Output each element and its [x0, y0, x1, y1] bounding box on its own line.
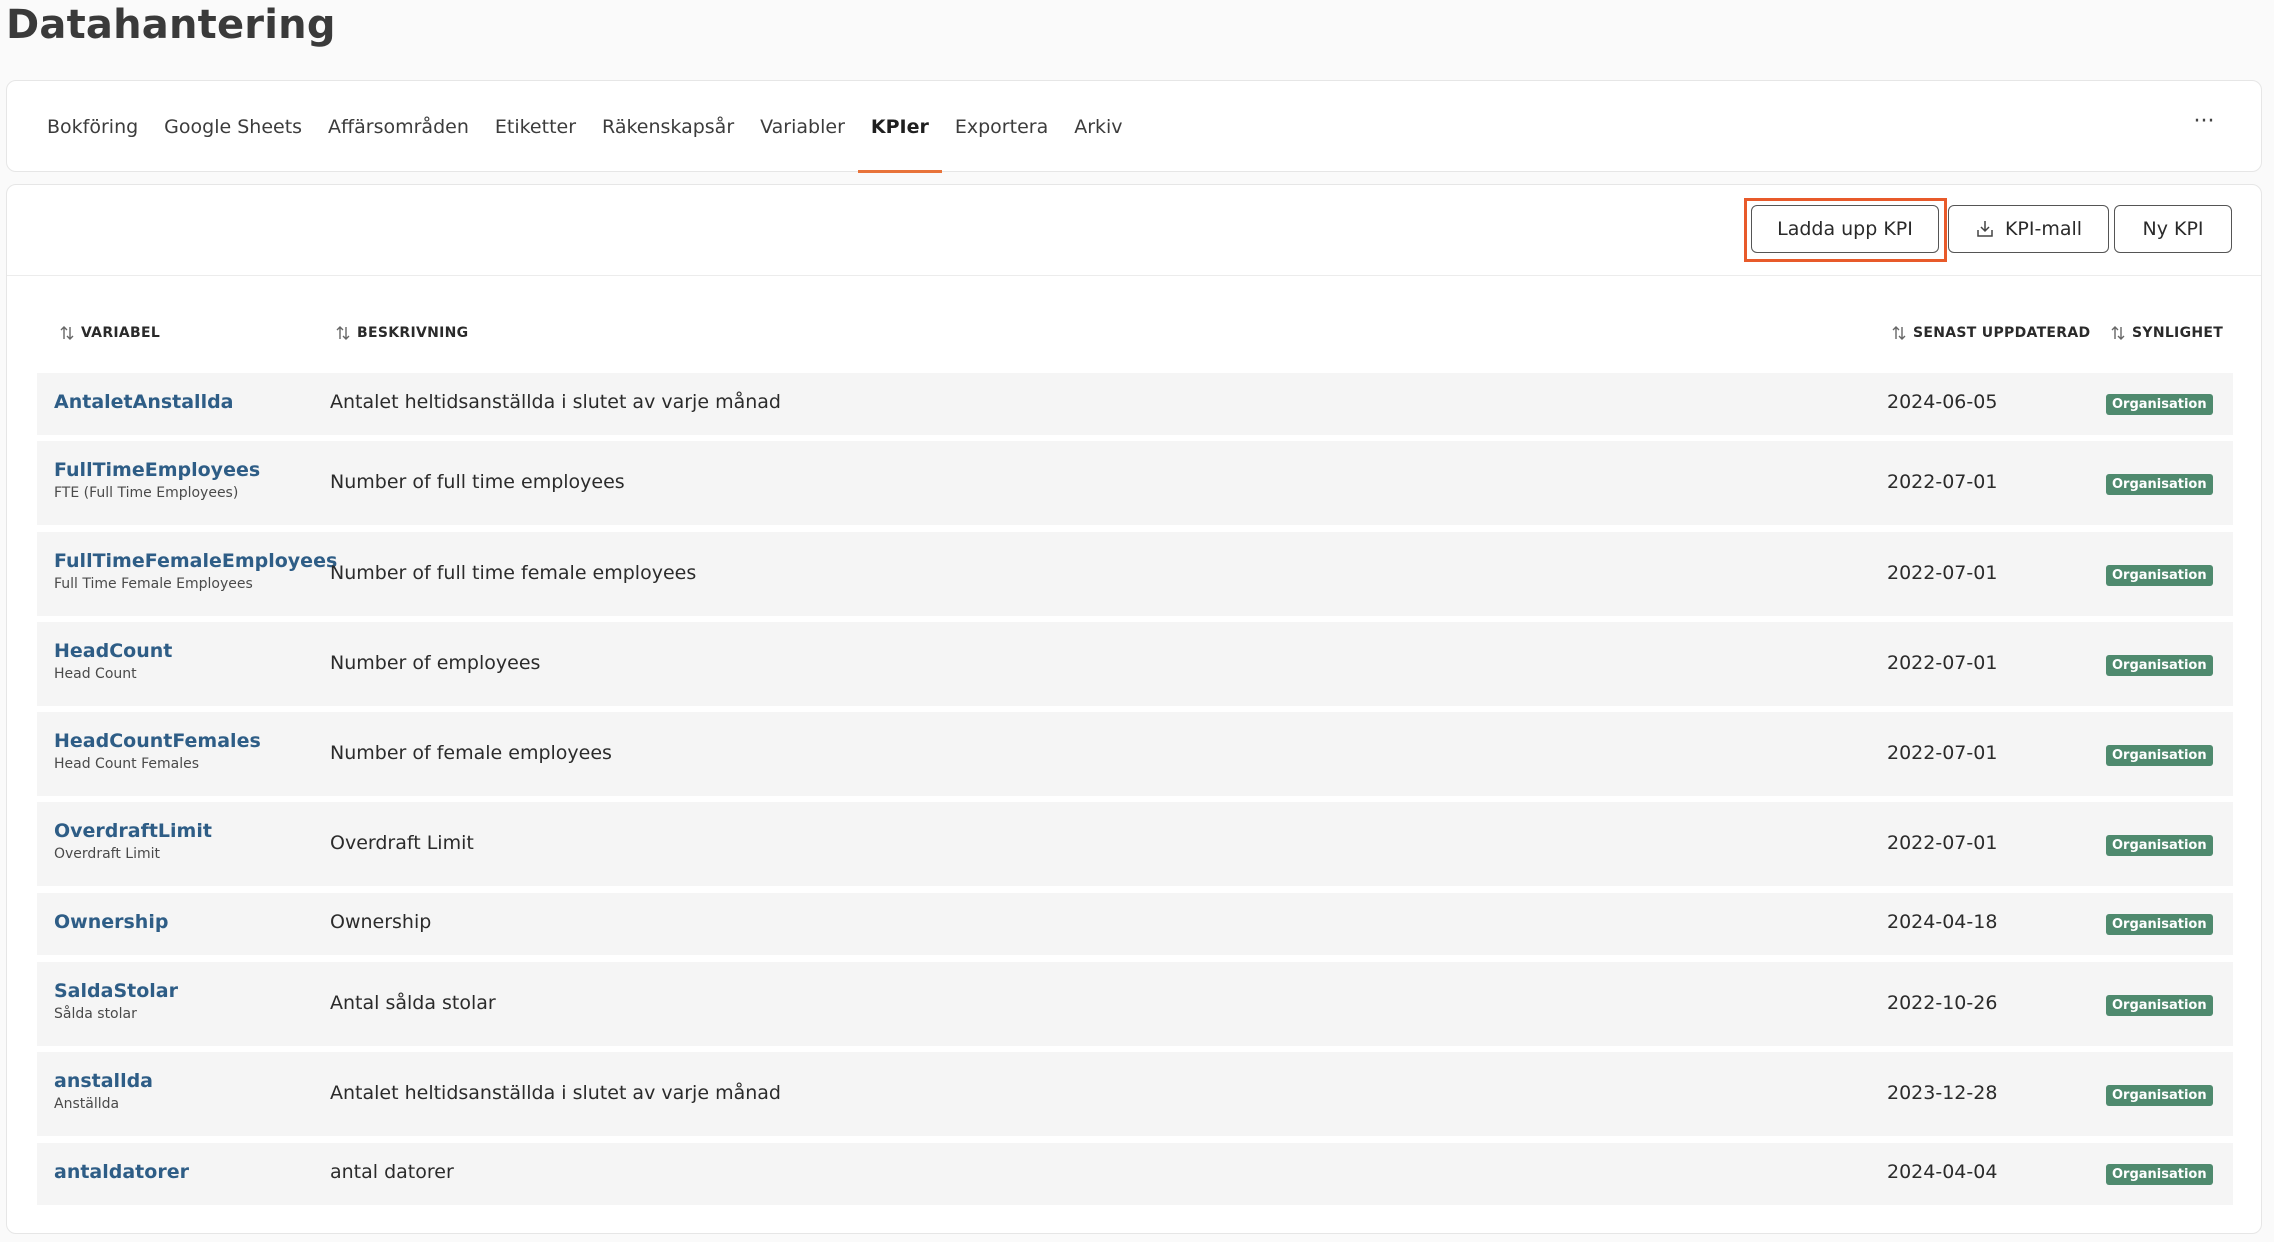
variable-cell: anstallda Anställda — [54, 1070, 153, 1112]
column-header-visibility[interactable]: SYNLIGHET — [2110, 325, 2223, 341]
column-header-variable[interactable]: VARIABEL — [59, 325, 160, 341]
tab-variabler[interactable]: Variabler — [747, 81, 858, 173]
table-row[interactable]: HeadCount Head Count Number of employees… — [37, 622, 2233, 706]
variable-cell: HeadCountFemales Head Count Females — [54, 730, 261, 772]
visibility-badge: Organisation — [2106, 474, 2213, 495]
visibility-badge: Organisation — [2106, 1164, 2213, 1185]
variable-subtitle: Anställda — [54, 1096, 120, 1112]
visibility-badge: Organisation — [2106, 745, 2213, 766]
variable-link[interactable]: AntaletAnstallda — [54, 391, 234, 413]
table-row[interactable]: AntaletAnstallda Antalet heltidsanställd… — [37, 373, 2233, 435]
kpi-template-label: KPI-mall — [2004, 218, 2083, 240]
upload-kpi-button[interactable]: Ladda upp KPI — [1751, 205, 1939, 253]
table-row[interactable]: anstallda Anställda Antalet heltidsanstä… — [37, 1052, 2233, 1136]
column-header-updated[interactable]: SENAST UPPDATERAD — [1891, 325, 2090, 341]
description-cell: Antalet heltidsanställda i slutet av var… — [330, 391, 781, 413]
updated-cell: 2022-07-01 — [1887, 471, 1998, 493]
variable-subtitle: Sålda stolar — [54, 1006, 137, 1022]
new-kpi-button[interactable]: Ny KPI — [2114, 205, 2232, 253]
variable-cell: OverdraftLimit Overdraft Limit — [54, 820, 212, 862]
updated-cell: 2023-12-28 — [1887, 1082, 1998, 1104]
variable-link[interactable]: HeadCount — [54, 640, 172, 662]
variable-link[interactable]: FullTimeEmployees — [54, 459, 260, 481]
variable-subtitle: Head Count — [54, 666, 137, 682]
table-row[interactable]: FullTimeFemaleEmployees Full Time Female… — [37, 532, 2233, 616]
updated-cell: 2022-07-01 — [1887, 742, 1998, 764]
tab-etiketter[interactable]: Etiketter — [482, 81, 589, 173]
visibility-badge: Organisation — [2106, 835, 2213, 856]
tabs-card: Bokföring Google Sheets Affärsområden Et… — [6, 80, 2262, 173]
sort-icon — [1892, 326, 1906, 340]
variable-cell: antaldatorer — [54, 1161, 189, 1183]
description-cell: Ownership — [330, 911, 432, 933]
variable-cell: HeadCount Head Count — [54, 640, 172, 682]
variable-cell: FullTimeEmployees FTE (Full Time Employe… — [54, 459, 260, 501]
variable-cell: Ownership — [54, 911, 168, 933]
description-cell: Antal sålda stolar — [330, 992, 496, 1014]
sort-icon — [2111, 326, 2125, 340]
tab-affarsomraden[interactable]: Affärsområden — [315, 81, 482, 173]
variable-subtitle: FTE (Full Time Employees) — [54, 485, 239, 501]
table-row[interactable]: antaldatorer antal datorer 2024-04-04 Or… — [37, 1143, 2233, 1205]
variable-subtitle: Overdraft Limit — [54, 846, 160, 862]
variable-cell: FullTimeFemaleEmployees Full Time Female… — [54, 550, 337, 592]
description-cell: Number of employees — [330, 652, 541, 674]
updated-cell: 2022-07-01 — [1887, 832, 1998, 854]
updated-cell: 2022-10-26 — [1887, 992, 1998, 1014]
toolbar: Ladda upp KPI KPI-mall Ny KPI — [7, 185, 2261, 276]
description-cell: Number of full time employees — [330, 471, 625, 493]
tab-exportera[interactable]: Exportera — [942, 81, 1061, 173]
updated-cell: 2022-07-01 — [1887, 652, 1998, 674]
tab-bar: Bokföring Google Sheets Affärsområden Et… — [7, 81, 1136, 173]
tab-bokforing[interactable]: Bokföring — [34, 81, 151, 173]
visibility-badge: Organisation — [2106, 1085, 2213, 1106]
variable-link[interactable]: Ownership — [54, 911, 168, 933]
variable-subtitle: Full Time Female Employees — [54, 576, 253, 592]
description-cell: Antalet heltidsanställda i slutet av var… — [330, 1082, 781, 1104]
tab-google-sheets[interactable]: Google Sheets — [151, 81, 315, 173]
kpi-template-button[interactable]: KPI-mall — [1948, 205, 2109, 253]
updated-cell: 2024-06-05 — [1887, 391, 1998, 413]
visibility-badge: Organisation — [2106, 565, 2213, 586]
updated-cell: 2024-04-18 — [1887, 911, 1998, 933]
description-cell: Overdraft Limit — [330, 832, 474, 854]
variable-link[interactable]: SaldaStolar — [54, 980, 178, 1002]
variable-subtitle: Head Count Females — [54, 756, 199, 772]
page: Datahantering Bokföring Google Sheets Af… — [0, 0, 2274, 1242]
table-row[interactable]: FullTimeEmployees FTE (Full Time Employe… — [37, 441, 2233, 525]
updated-cell: 2022-07-01 — [1887, 562, 1998, 584]
variable-link[interactable]: anstallda — [54, 1070, 153, 1092]
description-cell: antal datorer — [330, 1161, 454, 1183]
variable-link[interactable]: antaldatorer — [54, 1161, 189, 1183]
sort-icon — [60, 326, 74, 340]
description-cell: Number of full time female employees — [330, 562, 697, 584]
column-header-description[interactable]: BESKRIVNING — [335, 325, 468, 341]
table-row[interactable]: OverdraftLimit Overdraft Limit Overdraft… — [37, 802, 2233, 886]
tab-kpier[interactable]: KPIer — [857, 81, 942, 173]
variable-cell: SaldaStolar Sålda stolar — [54, 980, 178, 1022]
visibility-badge: Organisation — [2106, 914, 2213, 935]
updated-cell: 2024-04-04 — [1887, 1161, 1998, 1183]
download-tray-icon — [1977, 221, 1993, 237]
table-row[interactable]: Ownership Ownership 2024-04-18 Organisat… — [37, 893, 2233, 955]
table-row[interactable]: HeadCountFemales Head Count Females Numb… — [37, 712, 2233, 796]
sort-icon — [336, 326, 350, 340]
variable-link[interactable]: FullTimeFemaleEmployees — [54, 550, 337, 572]
table-header: VARIABEL BESKRIVNING SENAST UPPDATERAD S… — [37, 325, 2233, 355]
visibility-badge: Organisation — [2106, 655, 2213, 676]
variable-link[interactable]: OverdraftLimit — [54, 820, 212, 842]
visibility-badge: Organisation — [2106, 394, 2213, 415]
variable-cell: AntaletAnstallda — [54, 391, 234, 413]
more-options-button[interactable]: ··· — [2187, 109, 2221, 143]
tab-arkiv[interactable]: Arkiv — [1061, 81, 1135, 173]
description-cell: Number of female employees — [330, 742, 612, 764]
variable-link[interactable]: HeadCountFemales — [54, 730, 261, 752]
visibility-badge: Organisation — [2106, 995, 2213, 1016]
kpi-card: Ladda upp KPI KPI-mall Ny KPI VARIABEL B… — [6, 184, 2262, 1234]
page-title: Datahantering — [6, 2, 336, 48]
table-row[interactable]: SaldaStolar Sålda stolar Antal sålda sto… — [37, 962, 2233, 1046]
tab-rakenskapsar[interactable]: Räkenskapsår — [589, 81, 747, 173]
